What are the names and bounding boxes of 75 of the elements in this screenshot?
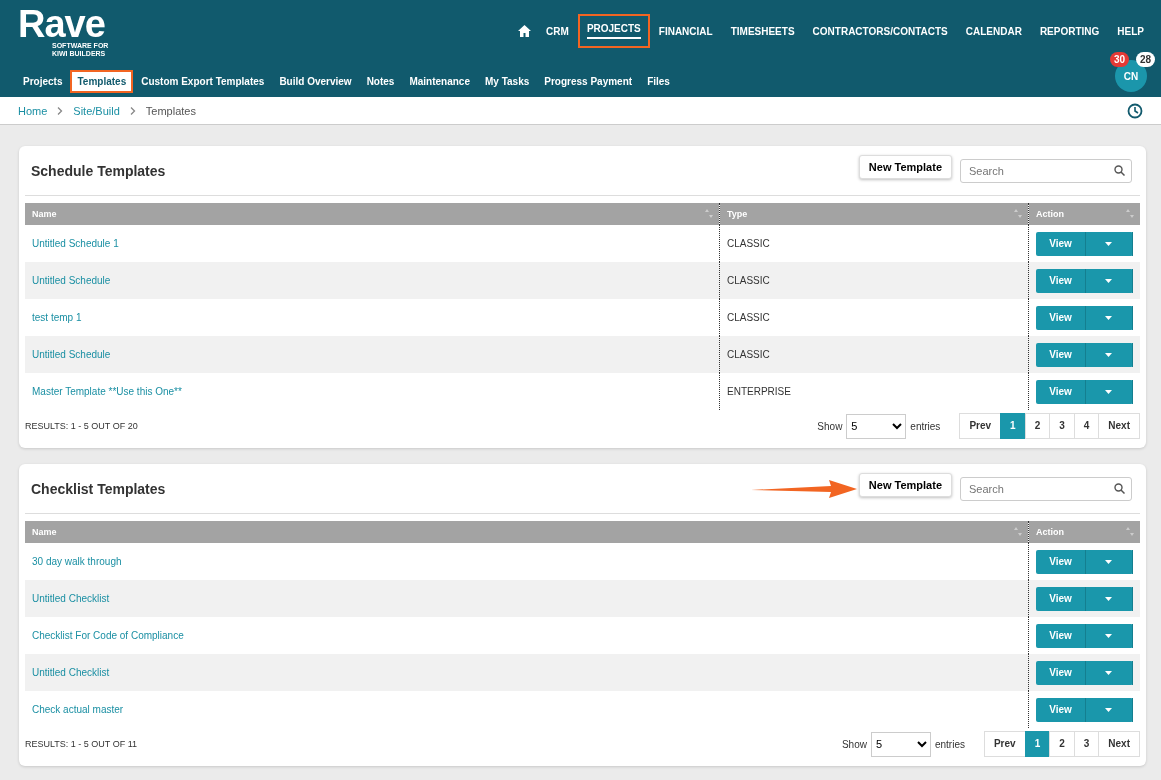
caret-icon[interactable] [1105, 633, 1113, 638]
sub-nav-tab[interactable]: Build Overview [272, 70, 359, 93]
pagination-button[interactable]: Next [1098, 413, 1140, 439]
search-icon [1114, 482, 1125, 494]
search-icon [1114, 164, 1125, 176]
template-name-link[interactable]: Check actual master [25, 691, 1029, 728]
logo: Rave [18, 6, 105, 42]
template-name-link[interactable]: Untitled Schedule [25, 262, 720, 299]
results-count: RESULTS: 1 - 5 OUT OF 11 [25, 739, 138, 749]
template-name-link[interactable]: Untitled Schedule 1 [25, 225, 720, 262]
nav-tab[interactable]: REPORTING [1030, 16, 1109, 46]
page-size-select[interactable]: 5 [846, 413, 907, 439]
search-field[interactable]: Search [960, 476, 1132, 501]
caret-icon[interactable] [1105, 315, 1113, 320]
caret-icon[interactable] [1105, 389, 1113, 394]
caret-icon[interactable] [1105, 670, 1113, 675]
caret-icon[interactable] [1105, 559, 1113, 564]
pagination-button[interactable]: Prev [959, 413, 1002, 439]
pagination-button[interactable]: 3 [1073, 731, 1100, 757]
template-name-link[interactable]: Master Template **Use this One** [25, 373, 720, 410]
type-cell: CLASSIC [719, 336, 1029, 373]
show-label: Show [841, 738, 867, 750]
pagination-button[interactable]: Prev [983, 731, 1026, 757]
new-template-button[interactable]: New Template [858, 154, 952, 179]
search-field[interactable]: Search [960, 158, 1132, 183]
nav-tab[interactable]: CONTRACTORS/CONTACTS [803, 16, 957, 46]
template-name-link[interactable]: Untitled Schedule [25, 336, 720, 373]
caret-icon[interactable] [1105, 352, 1113, 357]
pagination-button[interactable]: 3 [1049, 413, 1075, 439]
template-name-link[interactable]: Untitled Checklist [25, 654, 1029, 691]
sub-nav-tab[interactable]: Progress Payment [537, 70, 640, 93]
sub-nav-tab[interactable]: My Tasks [478, 70, 537, 93]
section-title: Checklist Templates [31, 480, 166, 497]
template-name-link[interactable]: Untitled Checklist [25, 580, 1029, 617]
entries-label: entries [934, 738, 965, 750]
sub-nav-tab[interactable]: Custom Export Templates [134, 70, 272, 93]
chevron-right-icon [57, 106, 64, 115]
breadcrumb-current: Templates [145, 104, 196, 117]
notification-badge[interactable]: 30 [1109, 52, 1129, 67]
show-label: Show [817, 420, 843, 432]
entries-label: entries [910, 420, 941, 432]
pagination-button[interactable]: 4 [1073, 413, 1100, 439]
type-cell: ENTERPRISE [719, 373, 1029, 410]
pagination-button[interactable]: 2 [1049, 731, 1075, 757]
caret-icon[interactable] [1105, 241, 1113, 246]
breadcrumb-link[interactable]: Site/Build [73, 104, 120, 117]
nav-tab[interactable]: CRM [537, 16, 578, 46]
section-title: Schedule Templates [31, 162, 166, 179]
new-template-button[interactable]: New Template [858, 472, 952, 497]
home-icon[interactable] [518, 25, 532, 37]
sub-nav-tab[interactable]: Maintenance [402, 70, 477, 93]
chevron-right-icon [129, 106, 136, 115]
nav-tab[interactable]: PROJECTS [577, 14, 650, 48]
nav-tab[interactable]: HELP [1108, 16, 1153, 46]
notification-badge[interactable]: 28 [1135, 52, 1155, 67]
type-cell: CLASSIC [719, 262, 1029, 299]
sub-nav-tab[interactable]: Projects [16, 70, 70, 93]
sub-nav-tab[interactable]: Notes [359, 70, 402, 93]
results-count: RESULTS: 1 - 5 OUT OF 20 [25, 421, 138, 431]
nav-tab[interactable]: TIMESHEETS [721, 16, 804, 46]
nav-tab[interactable]: FINANCIAL [649, 16, 722, 46]
caret-icon[interactable] [1105, 707, 1113, 712]
sub-nav-tab[interactable]: Templates [70, 70, 134, 93]
template-name-link[interactable]: 30 day walk through [25, 543, 1029, 580]
pagination-button[interactable]: 2 [1024, 413, 1051, 439]
pagination-button[interactable]: Next [1098, 731, 1140, 757]
clock-icon[interactable] [1127, 102, 1143, 119]
nav-tab[interactable]: CALENDAR [956, 16, 1031, 46]
sub-nav-tab[interactable]: Files [640, 70, 677, 93]
breadcrumb-link[interactable]: Home [18, 104, 48, 117]
caret-icon[interactable] [1105, 596, 1113, 601]
caret-icon[interactable] [1105, 278, 1113, 283]
page-size-select[interactable]: 5 [870, 731, 931, 757]
template-name-link[interactable]: test temp 1 [25, 299, 720, 336]
template-name-link[interactable]: Checklist For Code of Compliance [25, 617, 1029, 654]
